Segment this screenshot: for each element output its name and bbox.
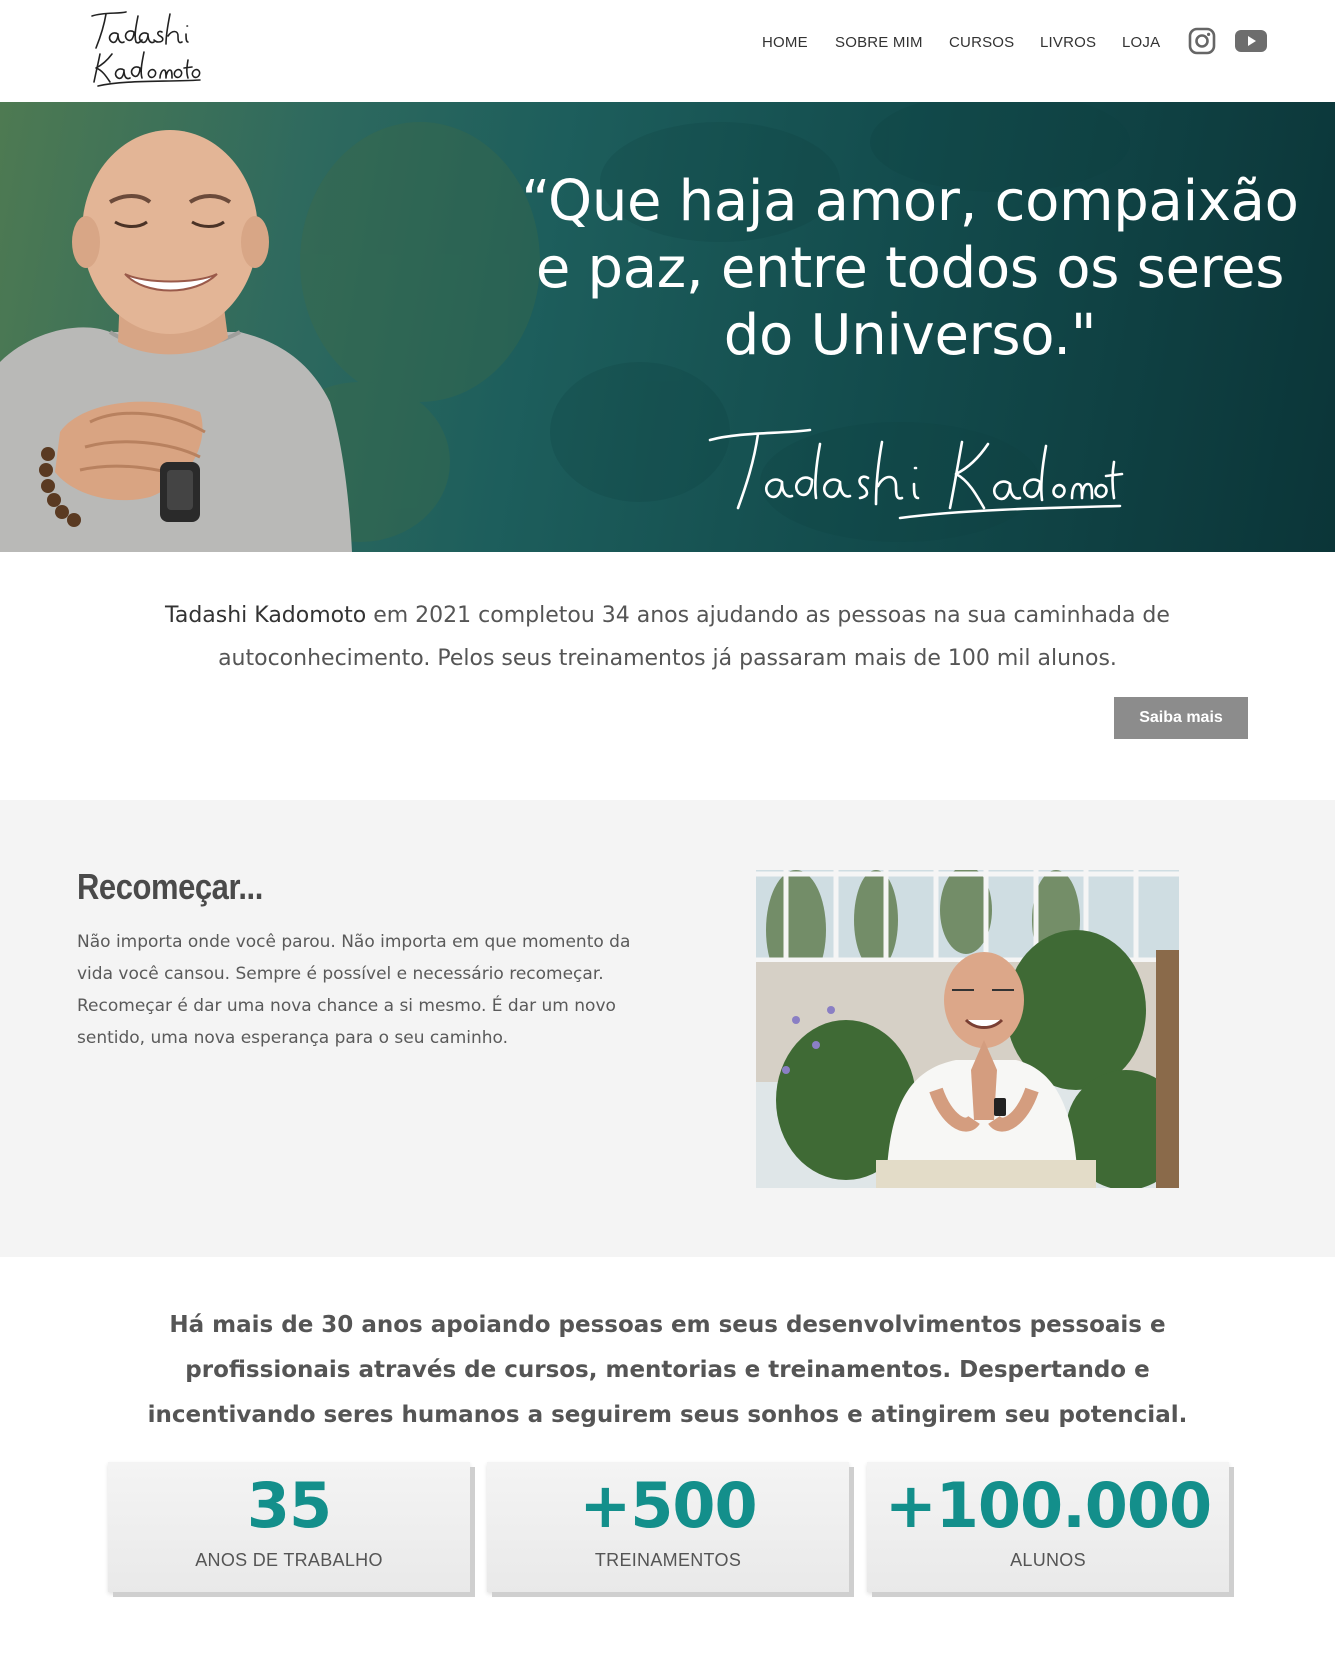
instagram-icon[interactable] <box>1188 27 1216 55</box>
hero-quote-line: “Que haja amor, compaixão <box>521 169 1299 234</box>
hero-quote: “Que haja amor, compaixão e paz, entre t… <box>500 168 1320 369</box>
stat-card: +100.000 ALUNOS <box>867 1462 1229 1592</box>
stat-label: ALUNOS <box>1010 1550 1086 1570</box>
intro-text: Tadashi Kadomoto em 2021 completou 34 an… <box>130 594 1205 680</box>
recomecar-photo <box>756 870 1179 1188</box>
stat-label: TREINAMENTOS <box>594 1550 742 1570</box>
site-header: HOME SOBRE MIM CURSOS LIVROS LOJA <box>0 0 1335 102</box>
stats-text: Há mais de 30 anos apoiando pessoas em s… <box>147 1312 1188 1428</box>
recomecar-text: Não importa onde você parou. Não importa… <box>77 932 631 1048</box>
hero-quote-line: do Universo." <box>723 303 1097 368</box>
nav-loja[interactable]: LOJA <box>1122 34 1160 51</box>
hero-quote-line: e paz, entre todos os seres <box>535 236 1285 301</box>
stat-card: 35 ANOS DE TRABALHO <box>108 1462 470 1592</box>
youtube-icon[interactable] <box>1234 27 1268 55</box>
stat-card: +500 TREINAMENTOS <box>487 1462 849 1592</box>
intro-section: Tadashi Kadomoto em 2021 completou 34 an… <box>0 552 1335 800</box>
hero-banner: “Que haja amor, compaixão e paz, entre t… <box>0 102 1335 552</box>
hero-signature <box>708 428 1124 520</box>
stat-value: +100.000 <box>884 1469 1212 1542</box>
stat-value: 35 <box>246 1469 332 1542</box>
nav-home[interactable]: HOME <box>762 34 808 51</box>
saiba-mais-button[interactable]: Saiba mais <box>1114 697 1248 739</box>
intro-name: Tadashi Kadomoto <box>165 603 367 628</box>
nav-cursos[interactable]: CURSOS <box>949 34 1014 51</box>
stat-label: ANOS DE TRABALHO <box>195 1550 383 1570</box>
nav-sobre-mim[interactable]: SOBRE MIM <box>835 34 923 51</box>
recomecar-title: Recomeçar... <box>77 866 263 907</box>
nav-livros[interactable]: LIVROS <box>1040 34 1096 51</box>
site-logo[interactable] <box>84 8 202 90</box>
recomecar-section: Recomeçar... Não importa onde você parou… <box>0 800 1335 1257</box>
stats-section: Há mais de 30 anos apoiando pessoas em s… <box>0 1257 1335 1655</box>
stat-value: +500 <box>579 1469 757 1542</box>
